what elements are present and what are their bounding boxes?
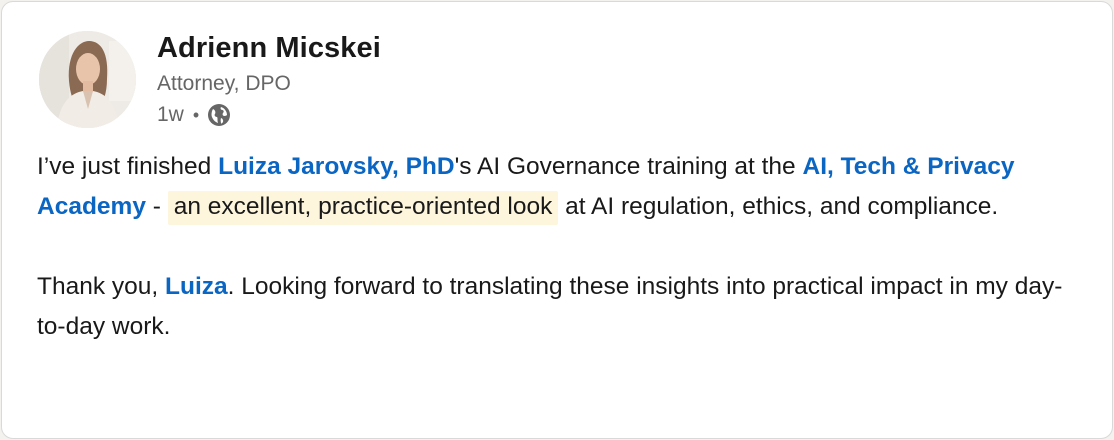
post-paragraph: I’ve just finished Luiza Jarovsky, PhD's… (37, 147, 1087, 227)
post-text: I’ve just finished (37, 153, 219, 180)
meta-separator: • (192, 104, 200, 125)
highlighted-text: an excellent, practice-oriented look (167, 191, 559, 225)
mention-luiza-jarovsky[interactable]: Luiza Jarovsky, PhD (218, 153, 454, 180)
author-name[interactable]: Adrienn Micskei (157, 32, 381, 65)
post-card: Adrienn Micskei Attorney, DPO 1w • I’ve … (1, 1, 1113, 439)
mention-luiza[interactable]: Luiza (165, 273, 228, 300)
post-paragraph: Thank you, Luiza. Looking forward to tra… (37, 267, 1087, 347)
post-text: 's AI Governance training at the (454, 153, 803, 180)
globe-icon (207, 103, 231, 127)
post-text: Thank you, (37, 273, 166, 300)
author-headline: Attorney, DPO (157, 72, 291, 95)
post-text: at AI regulation, ethics, and compliance… (558, 193, 999, 220)
post-timestamp: 1w (157, 103, 184, 126)
post-text: - (145, 193, 168, 220)
avatar-photo (39, 31, 136, 128)
post-meta: 1w • (157, 103, 231, 127)
avatar[interactable] (39, 31, 136, 128)
post-body: I’ve just finished Luiza Jarovsky, PhD's… (37, 147, 1087, 347)
